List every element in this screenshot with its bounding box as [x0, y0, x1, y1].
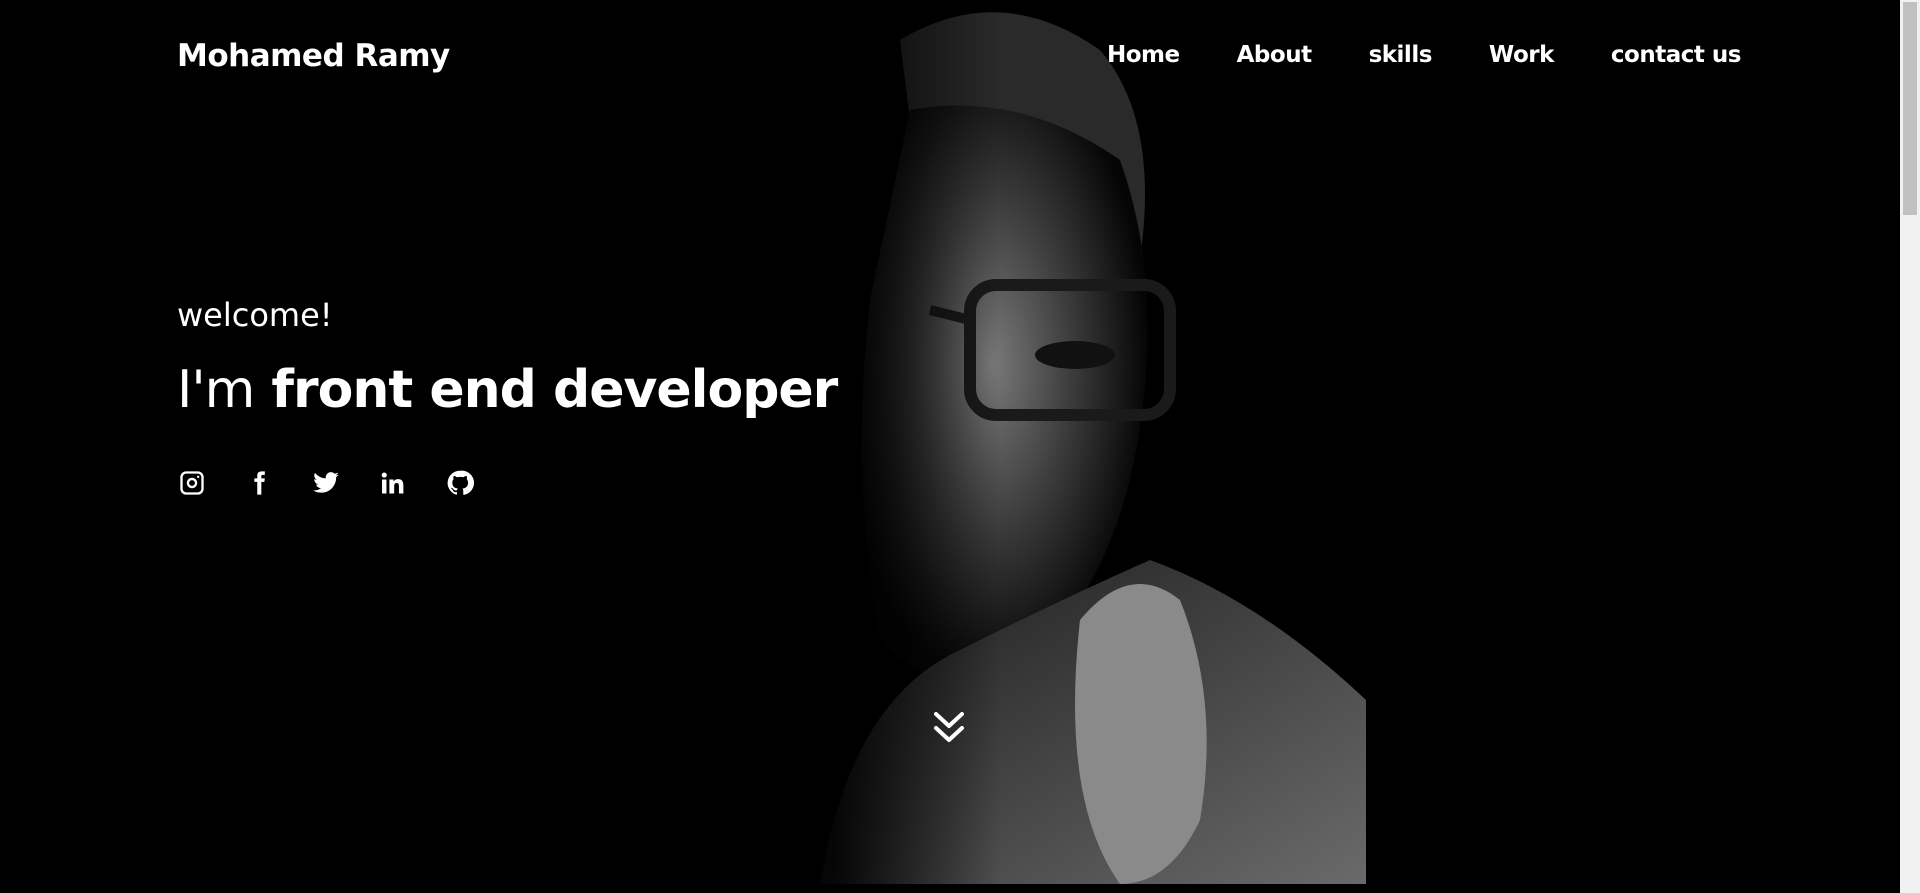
- hero-headline: I'm front end developer: [177, 360, 838, 420]
- twitter-link[interactable]: [311, 468, 341, 498]
- main-nav: Home About skills Work contact us: [1107, 42, 1741, 68]
- hero-welcome-text: welcome!: [177, 296, 333, 334]
- github-icon: [447, 470, 474, 495]
- hero-headline-prefix: I'm: [177, 360, 255, 420]
- hero-portrait-image: [700, 0, 1366, 884]
- instagram-icon: [180, 471, 204, 495]
- page: Mohamed Ramy Home About skills Work cont…: [0, 0, 1920, 893]
- nav-about-link[interactable]: About: [1237, 42, 1312, 68]
- instagram-link[interactable]: [177, 468, 207, 498]
- linkedin-link[interactable]: [378, 468, 408, 498]
- facebook-link[interactable]: [244, 468, 274, 498]
- nav-skills-link[interactable]: skills: [1369, 42, 1433, 68]
- scrollbar-thumb[interactable]: [1903, 2, 1917, 215]
- facebook-icon: [254, 471, 265, 495]
- double-chevron-down-icon: [934, 712, 964, 742]
- github-link[interactable]: [445, 468, 475, 498]
- nav-contact-link[interactable]: contact us: [1611, 42, 1742, 68]
- nav-work-link[interactable]: Work: [1489, 42, 1555, 68]
- nav-home-link[interactable]: Home: [1107, 42, 1180, 68]
- linkedin-icon: [381, 472, 404, 494]
- hero-headline-role: front end developer: [271, 360, 838, 420]
- page-scrollbar[interactable]: [1900, 0, 1920, 893]
- brand-logo-text[interactable]: Mohamed Ramy: [177, 38, 450, 74]
- twitter-icon: [313, 472, 339, 493]
- social-links: [177, 468, 512, 498]
- scroll-down-button[interactable]: [933, 710, 965, 746]
